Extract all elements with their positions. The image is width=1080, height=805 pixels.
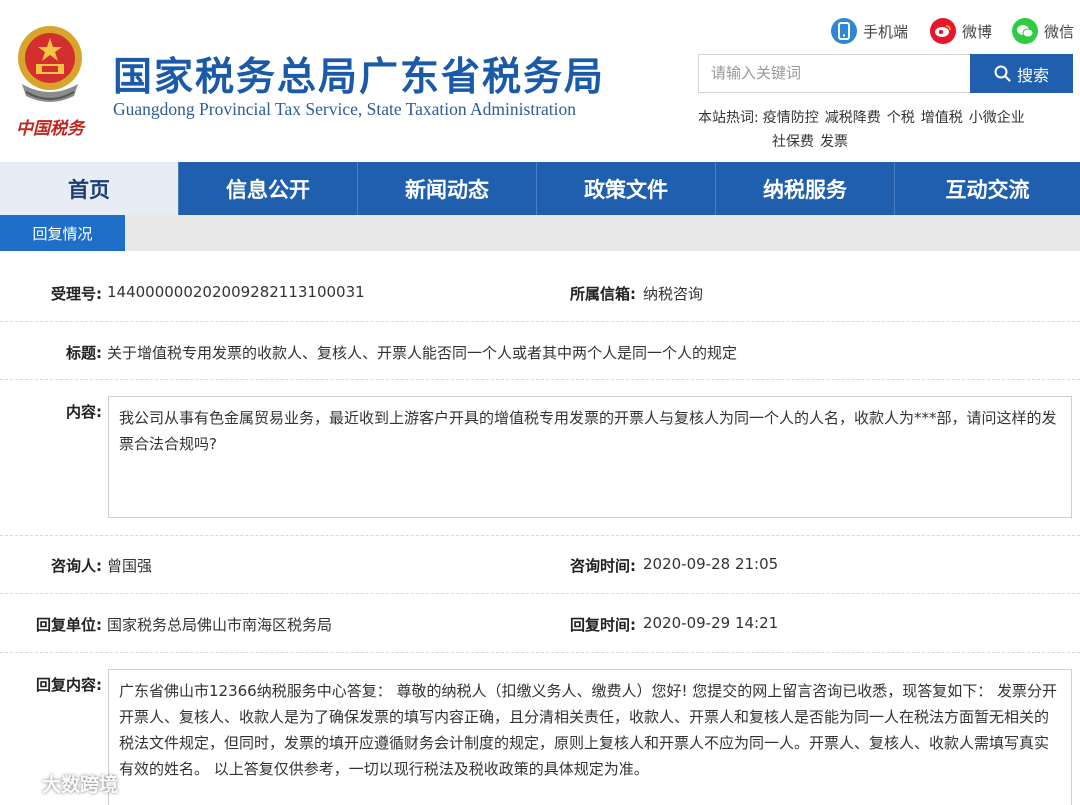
search-icon: [994, 65, 1011, 82]
field-label: 标题:: [66, 344, 102, 362]
tab-reply-status[interactable]: 回复情况: [0, 215, 125, 251]
nav-item-tax-service[interactable]: 纳税服务: [716, 162, 895, 215]
hot-keyword[interactable]: 发票: [820, 134, 848, 150]
detail-row-content: 内容: 我公司从事有色金属贸易业务，最近收到上游客户开具的增值税专用发票的开票人…: [0, 380, 1080, 536]
field-label: 受理号:: [51, 285, 102, 303]
field-label: 回复时间:: [570, 616, 636, 634]
reply-content: 广东省佛山市12366纳税服务中心答复： 尊敬的纳税人（扣缴义务人、缴费人）您好…: [108, 669, 1072, 805]
search-input[interactable]: 请输入关键词: [698, 54, 972, 93]
detail-row-asker: 咨询人: 曾国强 咨询时间: 2020-09-28 21:05: [0, 536, 1080, 594]
watermark-logo-icon: [8, 775, 35, 792]
wechat-label: 微信: [1044, 22, 1075, 41]
search-button-label: 搜索: [1016, 65, 1049, 85]
site-header: 中国税务 国家税务总局广东省税务局 Guangdong Provincial T…: [0, 0, 1080, 162]
message-content: 我公司从事有色金属贸易业务，最近收到上游客户开具的增值税专用发票的开票人与复核人…: [108, 396, 1072, 518]
hot-keyword[interactable]: 小微企业: [969, 110, 1025, 126]
mobile-label: 手机端: [863, 22, 909, 41]
hot-keywords-label: 本站热词:: [698, 110, 759, 126]
search-button[interactable]: 搜索: [970, 54, 1073, 93]
nav-item-interaction[interactable]: 互动交流: [895, 162, 1080, 215]
sub-tab-bar: 回复情况: [0, 215, 1080, 251]
hot-keyword[interactable]: 减税降费: [825, 110, 881, 126]
wechat-icon: [1012, 18, 1038, 44]
detail-row-title: 标题: 关于增值税专用发票的收款人、复核人、开票人能否同一个人或者其中两个人是同…: [0, 322, 1080, 380]
asker-name: 曾国强: [107, 557, 153, 575]
nav-item-home[interactable]: 首页: [0, 162, 179, 215]
weibo-label: 微博: [962, 22, 993, 41]
field-label: 所属信箱:: [570, 285, 636, 303]
mobile-link[interactable]: 手机端: [831, 18, 908, 44]
acceptance-number: 144000000202009282113100031: [107, 283, 365, 301]
nav-item-news[interactable]: 新闻动态: [358, 162, 537, 215]
field-label: 咨询人:: [51, 557, 102, 575]
mobile-icon: [831, 18, 857, 44]
detail-row-reply-content: 回复内容: 广东省佛山市12366纳税服务中心答复： 尊敬的纳税人（扣缴义务人、…: [0, 653, 1080, 805]
reply-unit: 国家税务总局佛山市南海区税务局: [107, 616, 333, 634]
site-title: 国家税务总局广东省税务局: [113, 55, 606, 100]
emblem-caption: 中国税务: [16, 119, 87, 139]
ask-time: 2020-09-28 21:05: [643, 555, 779, 573]
hot-keyword[interactable]: 增值税: [921, 110, 963, 126]
field-label: 内容:: [66, 403, 102, 421]
mailbox-value: 纳税咨询: [643, 285, 704, 303]
field-label: 回复单位:: [36, 616, 102, 634]
watermark: 大数跨境: [8, 770, 118, 797]
field-label: 咨询时间:: [570, 557, 636, 575]
nav-item-policy[interactable]: 政策文件: [537, 162, 716, 215]
watermark-text: 大数跨境: [42, 774, 119, 796]
hot-keyword[interactable]: 疫情防控: [763, 110, 819, 126]
wechat-link[interactable]: 微信: [1012, 18, 1074, 44]
main-nav: 首页 信息公开 新闻动态 政策文件 纳税服务 互动交流: [0, 162, 1080, 215]
message-title: 关于增值税专用发票的收款人、复核人、开票人能否同一个人或者其中两个人是同一个人的…: [107, 344, 738, 362]
weibo-link[interactable]: 微博: [930, 18, 992, 44]
site-subtitle-en: Guangdong Provincial Tax Service, State …: [113, 99, 577, 119]
detail-row-reply-unit: 回复单位: 国家税务总局佛山市南海区税务局 回复时间: 2020-09-29 1…: [0, 594, 1080, 653]
weibo-icon: [930, 18, 956, 44]
reply-time: 2020-09-29 14:21: [643, 614, 779, 632]
hot-keywords: 本站热词: 疫情防控 减税降费 个税 增值税 小微企业 社保费 发票: [698, 106, 1068, 154]
field-label: 回复内容:: [36, 676, 102, 694]
nav-item-info-disclosure[interactable]: 信息公开: [179, 162, 358, 215]
hot-keyword[interactable]: 社保费: [772, 134, 814, 150]
detail-row-id: 受理号: 144000000202009282113100031 所属信箱: 纳…: [0, 251, 1080, 322]
national-emblem-logo[interactable]: 中国税务: [4, 22, 96, 142]
hot-keyword[interactable]: 个税: [887, 110, 915, 126]
